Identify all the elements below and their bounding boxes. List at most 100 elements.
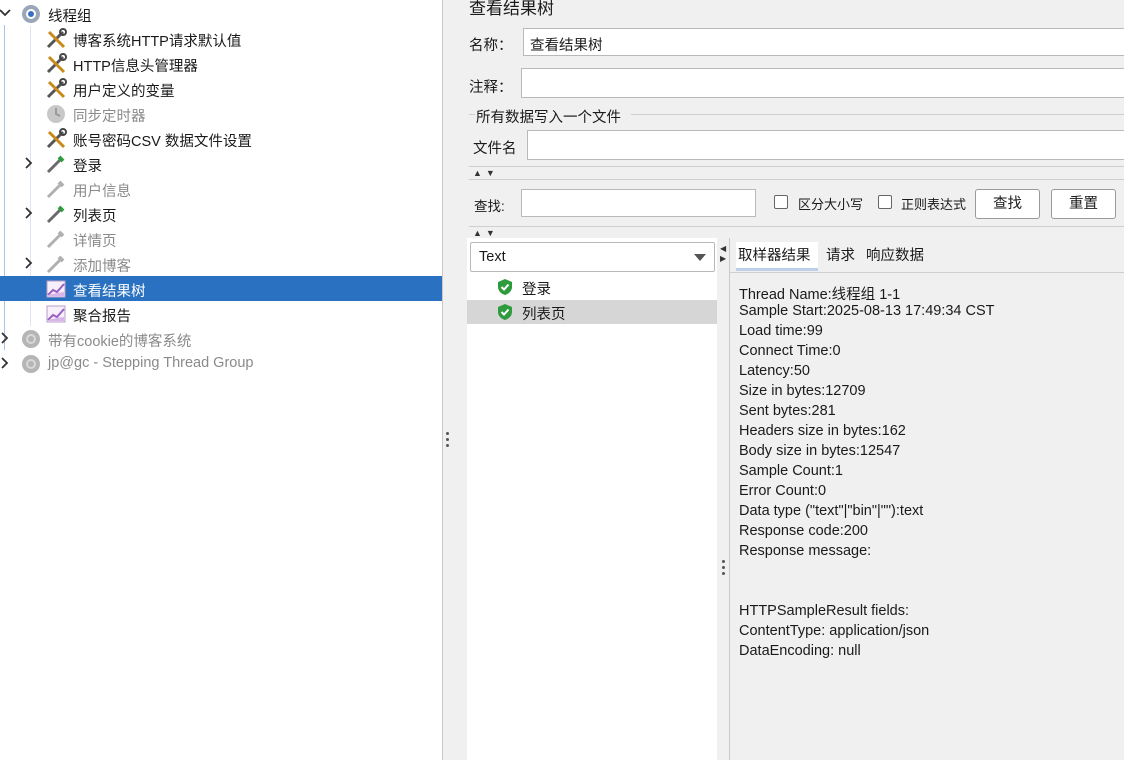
tab-1[interactable]: 请求	[824, 242, 862, 271]
pipette-icon	[45, 228, 67, 250]
timer-icon	[45, 103, 67, 125]
splitter-dot	[446, 444, 449, 447]
tree-item[interactable]: 用户定义的变量	[0, 76, 442, 101]
wrench-screwdriver-icon	[45, 78, 67, 100]
tree-item-label: 带有cookie的博客系统	[48, 334, 192, 350]
filename-field[interactable]	[527, 130, 1124, 160]
tree-item-label: 用户信息	[73, 184, 131, 200]
tree-item[interactable]: 线程组	[0, 1, 442, 26]
wrench-screwdriver-icon	[45, 28, 67, 50]
tree-item-label: 账号密码CSV 数据文件设置	[73, 134, 252, 150]
pane-splitter[interactable]: ◀ ▶	[717, 238, 729, 760]
group-border	[469, 114, 475, 115]
reset-button[interactable]: 重置	[1051, 189, 1116, 219]
chevron-down-icon	[694, 254, 706, 261]
chart-icon	[45, 278, 67, 300]
group-border	[631, 114, 1124, 115]
chevron-down-icon[interactable]	[0, 6, 12, 20]
pipette-icon	[45, 153, 67, 175]
sampler-result-line: HTTPSampleResult fields:	[739, 603, 910, 619]
case-sensitive-checkbox[interactable]	[774, 195, 788, 209]
split-arrows-icon[interactable]: ▲▼	[473, 229, 499, 238]
tree-item[interactable]: 登录	[0, 151, 442, 176]
pipette-icon	[45, 178, 67, 200]
chevron-right-icon[interactable]	[22, 256, 36, 270]
tree-item[interactable]: 列表页	[0, 201, 442, 226]
sampler-result-line: Size in bytes:12709	[739, 383, 866, 399]
tree-item-label: 用户定义的变量	[73, 84, 175, 100]
split-arrows-icon[interactable]: ▲▼	[473, 169, 499, 178]
chevron-right-icon[interactable]	[0, 331, 12, 345]
tree-item-label: 聚合报告	[73, 309, 131, 325]
wrench-screwdriver-icon	[45, 53, 67, 75]
gear-icon	[20, 353, 42, 375]
sample-list-item[interactable]: 列表页	[467, 300, 717, 324]
sample-label: 列表页	[522, 307, 566, 323]
tree-item-label: 登录	[73, 159, 102, 175]
sampler-result-line: Thread Name:线程组 1-1	[739, 287, 901, 303]
tab-0[interactable]: 取样器结果	[736, 242, 818, 271]
tree-item-label: 详情页	[73, 234, 117, 250]
tree-item[interactable]: 聚合报告	[0, 301, 442, 326]
regex-label: 正则表达式	[901, 197, 967, 212]
name-field-value: 查看结果树	[530, 38, 603, 54]
tree-item-label: 添加博客	[73, 259, 131, 275]
regex-checkbox[interactable]	[878, 195, 892, 209]
tree-item-label: jp@gc - Stepping Thread Group	[48, 355, 254, 371]
sampler-result-line: Response message:	[739, 543, 872, 559]
tree-item-label: 同步定时器	[73, 109, 146, 125]
tree-item-label: HTTP信息头管理器	[73, 59, 198, 75]
sampler-result-line: Error Count:0	[739, 483, 827, 499]
case-sensitive-label: 区分大小写	[798, 197, 864, 212]
tree-item[interactable]: 账号密码CSV 数据文件设置	[0, 126, 442, 151]
gear-icon	[20, 3, 42, 25]
chevron-right-icon[interactable]	[0, 356, 12, 370]
chevron-right-icon[interactable]	[22, 206, 36, 220]
sampler-result-line: Body size in bytes:12547	[739, 443, 901, 459]
search-input[interactable]	[521, 189, 756, 217]
tree-item-label: 列表页	[73, 209, 117, 225]
tab-2[interactable]: 响应数据	[864, 242, 932, 271]
test-plan-tree: 线程组博客系统HTTP请求默认值 HTTP信息头管理器 用户定义的变量 同步定时器账号…	[0, 0, 443, 760]
tree-item[interactable]: 详情页	[0, 226, 442, 251]
pipette-icon	[45, 203, 67, 225]
renderer-select-value: Text	[479, 249, 506, 265]
comment-field[interactable]	[521, 68, 1124, 98]
tree-item[interactable]: jp@gc - Stepping Thread Group	[0, 351, 442, 376]
result-tree-panel: 查看结果树 名称： 查看结果树 注释： 所有数据写入一个文件 文件名 ▲▼ 查找…	[443, 0, 1124, 760]
tree-item-label: 查看结果树	[73, 284, 146, 300]
pipette-icon	[45, 253, 67, 275]
sample-label: 登录	[522, 282, 551, 298]
divider	[469, 166, 1124, 167]
splitter-dot	[446, 438, 449, 441]
wrench-screwdriver-icon	[45, 128, 67, 150]
sampler-result-line: Sent bytes:281	[739, 403, 836, 419]
divider	[469, 226, 1124, 227]
tree-item[interactable]: 添加博客	[0, 251, 442, 276]
file-group-label: 所有数据写入一个文件	[476, 110, 621, 126]
sampler-result-line: Latency:50	[739, 363, 810, 379]
success-shield-icon	[498, 304, 512, 320]
find-button[interactable]: 查找	[975, 189, 1040, 219]
tree-item[interactable]: 同步定时器	[0, 101, 442, 126]
sampler-result-line: Response code:200	[739, 523, 868, 539]
chevron-right-icon[interactable]	[22, 156, 36, 170]
tree-item[interactable]: 带有cookie的博客系统	[0, 326, 442, 351]
tree-item[interactable]: 查看结果树	[0, 276, 442, 301]
renderer-select[interactable]: Text	[470, 242, 715, 272]
sampler-result-line: Sample Start:2025-08-13 17:49:34 CST	[739, 303, 995, 319]
tree-item-label: 博客系统HTTP请求默认值	[73, 34, 242, 50]
sample-list-item[interactable]: 登录	[467, 275, 717, 299]
page-title: 查看结果树	[469, 0, 554, 18]
chart-icon	[45, 303, 67, 325]
sampler-result-line: DataEncoding: null	[739, 643, 861, 659]
comment-label: 注释：	[469, 80, 513, 96]
sampler-result-line: Headers size in bytes:162	[739, 423, 906, 439]
tree-item[interactable]: 用户信息	[0, 176, 442, 201]
divider	[469, 179, 1124, 180]
name-field[interactable]: 查看结果树	[523, 28, 1124, 56]
name-label: 名称：	[469, 38, 513, 54]
tree-item[interactable]: 博客系统HTTP请求默认值	[0, 26, 442, 51]
detail-pane: 取样器结果 请求 响应数据 Thread Name:线程组 1-1 Sample St…	[729, 238, 1124, 760]
tree-item[interactable]: HTTP信息头管理器	[0, 51, 442, 76]
